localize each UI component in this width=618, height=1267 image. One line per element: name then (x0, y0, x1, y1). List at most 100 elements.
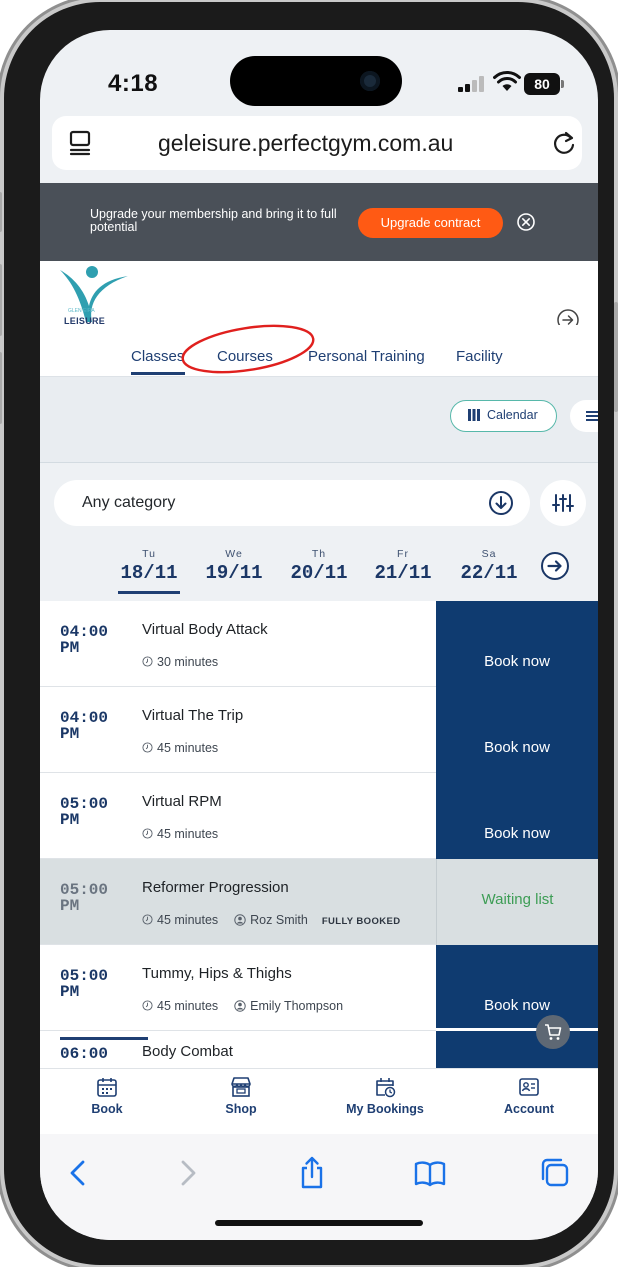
calendar-clock-icon (376, 1078, 396, 1098)
sliders-icon (552, 494, 574, 512)
list-icon (586, 411, 598, 421)
instructor-icon (234, 914, 246, 926)
class-meta: 45 minutes Roz Smith FULLY BOOKED (142, 913, 401, 927)
row-divider (436, 1028, 598, 1031)
nav-account-label: Account (504, 1102, 554, 1116)
waiting-list-button[interactable]: Waiting list (436, 859, 598, 945)
day-we[interactable]: We 19/11 (204, 548, 264, 584)
time-underline (60, 1037, 148, 1040)
clock-icon (142, 1000, 153, 1011)
class-time: 05:00 PM (60, 967, 109, 1001)
nav-book[interactable]: Book (52, 1076, 162, 1116)
nav-account[interactable]: Account (474, 1076, 584, 1116)
phone-frame: 4:18 80 geleisure.perfectgym.com.au Upgr… (0, 2, 618, 1265)
forward-icon[interactable] (172, 1156, 204, 1190)
class-time: 06:00 (60, 1045, 109, 1063)
dynamic-island (230, 56, 402, 106)
account-card-icon (519, 1078, 539, 1096)
class-title: Virtual The Trip (142, 707, 244, 724)
active-day-indicator (118, 591, 180, 594)
category-select[interactable] (54, 480, 530, 526)
nav-shop[interactable]: Shop (186, 1076, 296, 1116)
tab-classes[interactable]: Classes (131, 348, 184, 365)
day-date: 19/11 (205, 562, 263, 584)
class-row-partial[interactable]: 06:00 Body Combat (40, 1031, 598, 1068)
tab-facility[interactable]: Facility (456, 348, 503, 365)
day-name: Th (311, 548, 327, 560)
status-time: 4:18 (108, 70, 159, 97)
book-now-button[interactable]: Book now (436, 945, 598, 1031)
cart-icon (545, 1024, 562, 1040)
close-banner-icon[interactable] (516, 212, 536, 232)
fully-booked-badge: FULLY BOOKED (321, 916, 401, 927)
day-name: Tu (142, 548, 156, 560)
day-fr[interactable]: Fr 21/11 (373, 548, 433, 584)
volume-down-button (0, 352, 2, 424)
url-text[interactable]: geleisure.perfectgym.com.au (158, 130, 453, 157)
nav-book-label: Book (91, 1102, 123, 1116)
class-title: Tummy, Hips & Thighs (142, 965, 292, 982)
nav-my-bookings[interactable]: My Bookings (330, 1076, 440, 1116)
wifi-icon (493, 70, 521, 91)
tabs-icon[interactable] (538, 1156, 570, 1190)
battery-tip (561, 80, 564, 88)
class-row[interactable]: 04:00 PM Virtual Body Attack 30 minutes B… (40, 601, 598, 687)
book-now-button[interactable]: Book now (436, 601, 598, 687)
home-indicator (215, 1220, 423, 1226)
class-row[interactable]: 05:00 PM Virtual RPM 45 minutes Book now (40, 773, 598, 859)
instructor-name: Emily Thompson (250, 999, 344, 1013)
power-button (614, 302, 618, 412)
day-sa[interactable]: Sa 22/11 (459, 548, 519, 584)
cellular-signal-icon (458, 76, 488, 92)
calendar-view-button[interactable]: Calendar (450, 400, 557, 432)
camera-icon (360, 71, 380, 91)
class-meta: 45 minutes (142, 741, 218, 755)
clock-icon (142, 742, 153, 753)
class-time: 05:00 PM (60, 795, 109, 829)
circle-arrow-down-icon[interactable] (488, 490, 514, 516)
class-title: Virtual Body Attack (142, 621, 268, 638)
class-title: Virtual RPM (142, 793, 222, 810)
class-row-fully-booked[interactable]: 05:00 PM Reformer Progression 45 minutes R… (40, 859, 598, 945)
shop-icon (231, 1077, 251, 1097)
day-name: We (225, 548, 243, 560)
battery-icon: 80 (524, 73, 560, 95)
logo-small-text: GLEN EIRA (68, 308, 95, 314)
clock-icon (142, 828, 153, 839)
red-annotation-circle (181, 324, 315, 374)
active-tab-indicator (131, 372, 185, 375)
calendar-grid-icon (97, 1078, 117, 1097)
mute-switch (0, 192, 2, 232)
banner-message: Upgrade your membership and bring it to … (90, 207, 337, 234)
class-row[interactable]: 05:00 PM Tummy, Hips & Thighs 45 minutes E… (40, 945, 598, 1031)
day-date: 20/11 (290, 562, 348, 584)
next-days-arrow-icon[interactable] (540, 551, 570, 581)
clock-icon (142, 656, 153, 667)
upgrade-contract-button[interactable]: Upgrade contract (358, 208, 503, 238)
class-row[interactable]: 04:00 PM Virtual The Trip 45 minutes Book… (40, 687, 598, 773)
volume-up-button (0, 264, 2, 336)
day-date: 21/11 (374, 562, 432, 584)
class-meta: 45 minutes (142, 827, 218, 841)
page-menu-icon[interactable] (68, 130, 94, 156)
nav-shop-label: Shop (225, 1102, 257, 1116)
tab-personal-training[interactable]: Personal Training (308, 348, 425, 365)
book-now-button[interactable]: Book now (436, 687, 598, 773)
class-title: Reformer Progression (142, 879, 289, 896)
day-tu[interactable]: Tu 18/11 (119, 548, 179, 584)
screen: 4:18 80 geleisure.perfectgym.com.au Upgr… (40, 30, 598, 1240)
book-now-button[interactable]: Book now (436, 773, 598, 859)
class-time: 05:00 PM (60, 881, 109, 915)
day-th[interactable]: Th 20/11 (289, 548, 349, 584)
bookmarks-icon[interactable] (414, 1156, 446, 1190)
reload-icon[interactable] (550, 129, 578, 157)
instructor-icon (234, 1000, 246, 1012)
class-meta: 30 minutes (142, 655, 218, 669)
instructor-name: Roz Smith (250, 913, 308, 927)
back-icon[interactable] (62, 1156, 94, 1190)
day-date: 22/11 (460, 562, 518, 584)
share-icon[interactable] (296, 1156, 328, 1190)
book-now-button-partial[interactable] (436, 1031, 598, 1068)
day-name: Fr (397, 548, 409, 560)
class-meta: 45 minutes Emily Thompson (142, 999, 343, 1013)
